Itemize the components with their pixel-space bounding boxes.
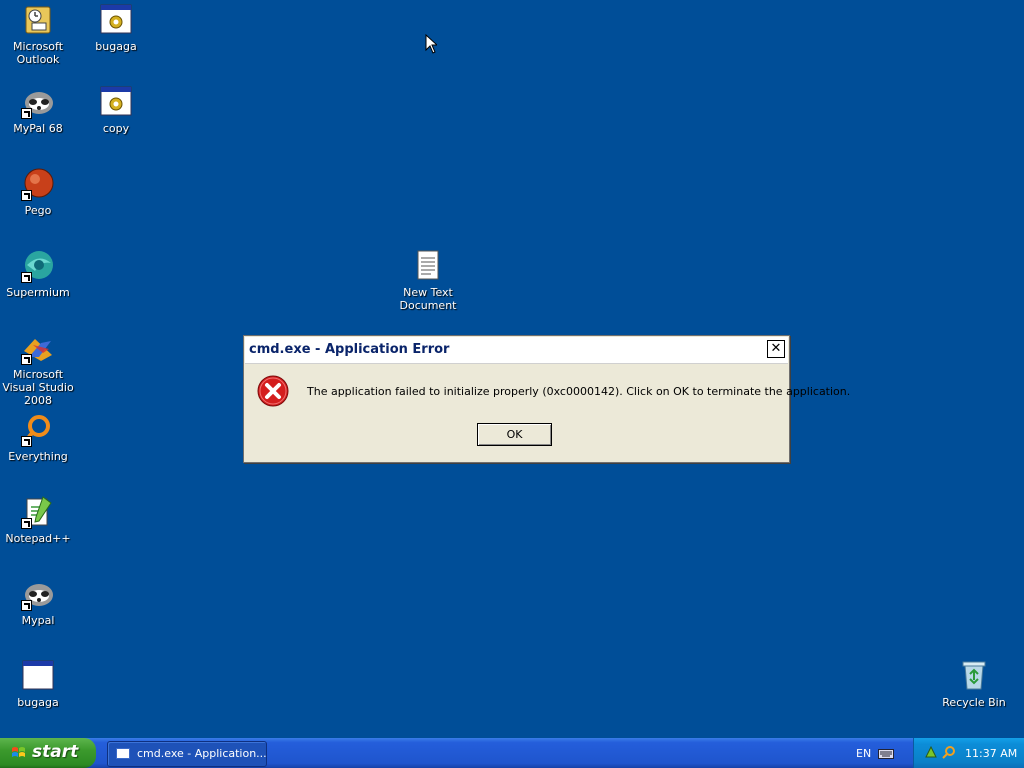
mypal-icon [21, 85, 55, 119]
desktop-icon-everything[interactable]: Everything [0, 413, 76, 463]
taskbar-button-cmd[interactable]: cmd.exe - Application... [107, 741, 267, 767]
keyboard-icon[interactable] [878, 749, 894, 759]
taskbar: start cmd.exe - Application... EN 11:37 … [0, 738, 1024, 768]
error-icon [257, 375, 289, 407]
window-icon [21, 659, 55, 693]
desktop-icon-label: Microsoft Outlook [12, 40, 64, 66]
clock[interactable]: 11:37 AM [965, 747, 1017, 760]
language-indicator[interactable]: EN [856, 747, 871, 760]
supermium-icon [21, 249, 55, 283]
shortcut-arrow-icon [21, 518, 32, 529]
desktop-icon-label: Recycle Bin [942, 696, 1006, 709]
text-document-icon [411, 249, 445, 283]
network-icon[interactable] [924, 745, 938, 759]
desktop-icon-pego[interactable]: Pego [0, 167, 76, 217]
desktop-icon-label: New Text Document [399, 286, 457, 312]
desktop: Microsoft Outlook bugaga MyPal 68 copy P… [0, 0, 1024, 738]
desktop-icon-bugaga-window[interactable]: bugaga [0, 659, 76, 709]
pego-icon [21, 167, 55, 201]
system-tray: 11:37 AM [913, 738, 1024, 768]
outlook-icon [21, 3, 55, 37]
desktop-icon-new-text-document[interactable]: New Text Document [390, 249, 466, 312]
windows-flag-icon [12, 747, 25, 757]
desktop-icon-label: bugaga [17, 696, 59, 709]
desktop-icon-mypal[interactable]: Mypal [0, 577, 76, 627]
desktop-icon-label: bugaga [95, 40, 137, 53]
desktop-icon-recycle-bin[interactable]: Recycle Bin [936, 659, 1012, 709]
application-error-dialog: cmd.exe - Application Error ✕ The applic… [243, 335, 850, 463]
error-message: The application failed to initialize pro… [307, 385, 851, 398]
desktop-icon-label: Pego [24, 204, 52, 217]
search-icon[interactable] [942, 745, 956, 759]
batch-file-icon [99, 3, 133, 37]
shortcut-arrow-icon [21, 190, 32, 201]
shortcut-arrow-icon [21, 354, 32, 365]
mypal-icon [21, 577, 55, 611]
visual-studio-icon [21, 331, 55, 365]
desktop-icon-label: Supermium [6, 286, 70, 299]
batch-file-icon [99, 85, 133, 119]
shortcut-arrow-icon [21, 108, 32, 119]
shortcut-arrow-icon [21, 600, 32, 611]
shortcut-arrow-icon [21, 436, 32, 447]
desktop-icon-copy[interactable]: copy [78, 85, 154, 135]
dialog-titlebar[interactable]: cmd.exe - Application Error ✕ [245, 337, 788, 364]
shortcut-arrow-icon [21, 272, 32, 283]
mouse-cursor-icon [425, 34, 437, 54]
close-button[interactable]: ✕ [767, 340, 785, 358]
desktop-icon-visual-studio-2008[interactable]: Microsoft Visual Studio 2008 [0, 331, 76, 407]
desktop-icon-bugaga[interactable]: bugaga [78, 3, 154, 53]
desktop-icon-supermium[interactable]: Supermium [0, 249, 76, 299]
dialog-title: cmd.exe - Application Error [249, 342, 450, 357]
desktop-icon-label: copy [102, 122, 130, 135]
everything-search-icon [21, 413, 55, 447]
start-label: start [32, 742, 79, 762]
notepadpp-icon [21, 495, 55, 529]
window-icon [116, 748, 130, 759]
desktop-icon-label: MyPal 68 [13, 122, 63, 135]
desktop-icon-label: Mypal [21, 614, 55, 627]
recycle-bin-icon [957, 659, 991, 693]
ok-button[interactable]: OK [477, 423, 552, 446]
desktop-icon-notepadpp[interactable]: Notepad++ [0, 495, 76, 545]
start-button[interactable]: start [0, 738, 96, 768]
desktop-icon-label: Everything [8, 450, 68, 463]
desktop-icon-label: Microsoft Visual Studio 2008 [2, 368, 74, 407]
desktop-icon-label: Notepad++ [5, 532, 71, 545]
desktop-icon-mypal-68[interactable]: MyPal 68 [0, 85, 76, 135]
taskbar-button-label: cmd.exe - Application... [137, 747, 267, 760]
desktop-icon-microsoft-outlook[interactable]: Microsoft Outlook [0, 3, 76, 66]
